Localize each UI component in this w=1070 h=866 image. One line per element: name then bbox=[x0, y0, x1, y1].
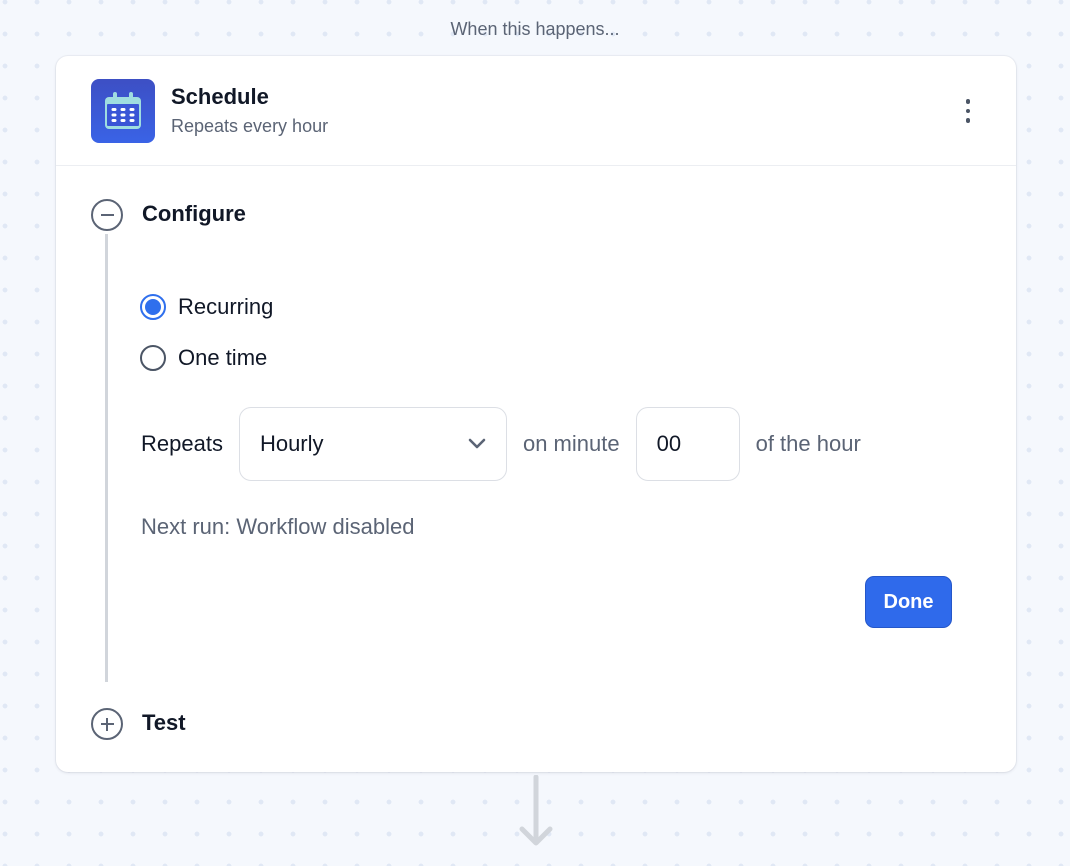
more-vertical-icon[interactable] bbox=[956, 96, 980, 126]
step-test-label[interactable]: Test bbox=[142, 710, 186, 736]
card-header[interactable]: Schedule Repeats every hour bbox=[56, 56, 1016, 166]
card-subtitle: Repeats every hour bbox=[171, 116, 329, 136]
next-run-status: Next run: Workflow disabled bbox=[141, 514, 415, 539]
radio-one-time[interactable]: One time bbox=[140, 345, 267, 371]
step-configure-label[interactable]: Configure bbox=[142, 201, 246, 227]
plus-circle-icon[interactable] bbox=[91, 708, 123, 740]
frequency-select[interactable]: Hourly bbox=[238, 407, 507, 481]
radio-one-time-label: One time bbox=[178, 345, 268, 370]
minus-circle-icon[interactable] bbox=[91, 199, 123, 231]
of-the-hour-label: of the hour bbox=[755, 431, 861, 456]
on-minute-label: on minute bbox=[522, 431, 620, 456]
radio-recurring-label: Recurring bbox=[178, 294, 274, 319]
repeats-label: Repeats bbox=[141, 431, 223, 456]
trigger-label: When this happens... bbox=[450, 19, 620, 39]
step-timeline-line bbox=[105, 234, 108, 682]
calendar-icon bbox=[91, 79, 155, 143]
repeat-settings-row: Repeats Hourly on minute 00 of the hour bbox=[141, 407, 861, 481]
radio-one-time-input[interactable] bbox=[140, 345, 166, 371]
minute-input[interactable]: 00 bbox=[635, 407, 740, 481]
done-button[interactable]: Done bbox=[865, 576, 952, 628]
radio-recurring[interactable]: Recurring bbox=[140, 294, 273, 320]
card-title: Schedule bbox=[171, 84, 269, 109]
frequency-select-value: Hourly bbox=[259, 431, 324, 456]
chevron-down-icon bbox=[468, 438, 486, 449]
arrow-down-icon bbox=[519, 775, 553, 846]
schedule-trigger-card: Schedule Repeats every hour Configure Re… bbox=[56, 56, 1016, 772]
radio-recurring-input[interactable] bbox=[140, 294, 166, 320]
